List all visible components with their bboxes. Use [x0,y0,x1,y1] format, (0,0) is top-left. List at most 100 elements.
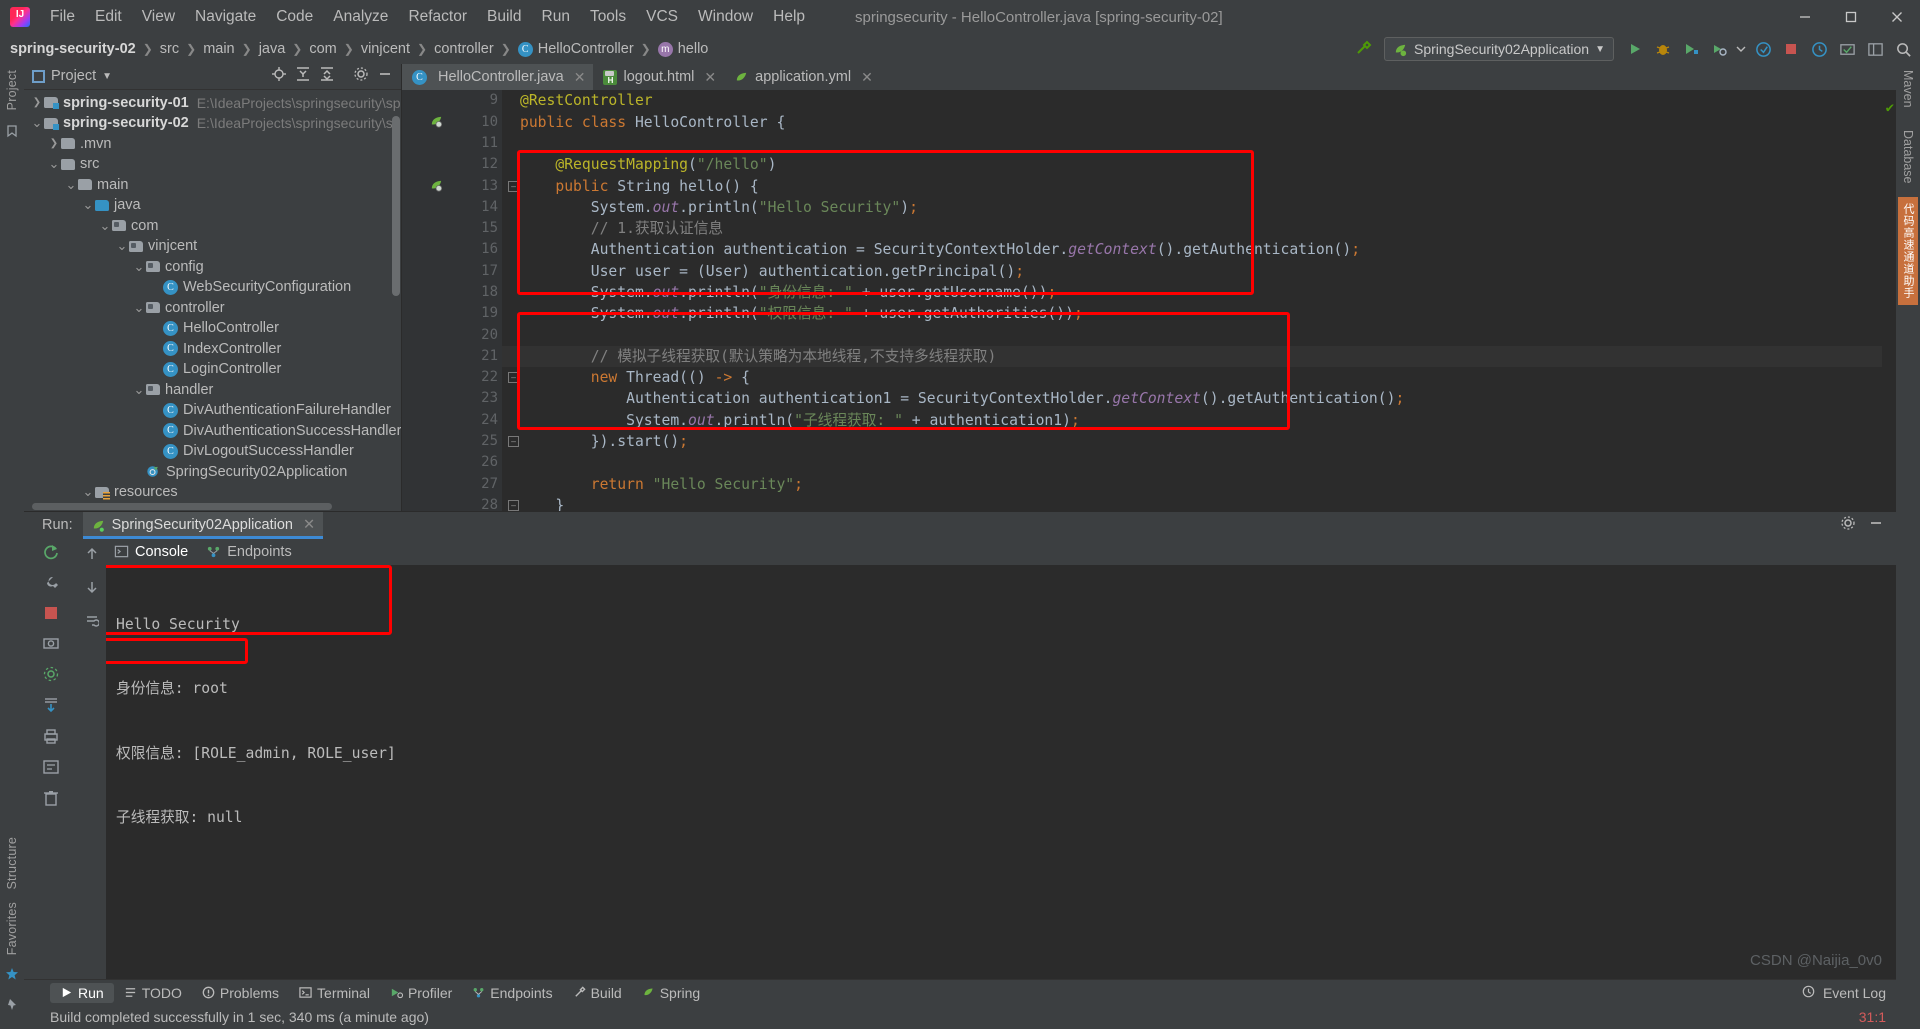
event-log-label[interactable]: Event Log [1823,985,1886,1001]
menu-vcs[interactable]: VCS [636,3,688,31]
up-arrow-icon[interactable] [85,547,99,566]
settings2-icon[interactable] [42,665,60,688]
menu-refactor[interactable]: Refactor [398,3,477,31]
profiler-icon[interactable] [1706,36,1732,62]
code-line[interactable]: // 1.获取认证信息 [520,218,1882,239]
gutter-line[interactable]: 25– [402,431,519,452]
wrap-icon[interactable] [85,613,100,632]
gutter-line[interactable]: 20 [402,325,502,346]
chevron-down-icon[interactable]: ⌄ [30,116,44,129]
gutter-line[interactable]: 12 [402,154,502,175]
gutter-line[interactable]: 13– [402,176,519,197]
code-line[interactable]: } [520,495,1882,511]
coverage-icon[interactable] [1678,36,1704,62]
menu-navigate[interactable]: Navigate [185,3,266,31]
tab-logout-html[interactable]: logout.html ✕ [593,64,724,90]
tool-window-profiler[interactable]: Profiler [380,983,462,1003]
code-line[interactable]: System.out.println("权限信息: " + user.getAu… [520,303,1882,324]
chevron-down-icon[interactable]: ⌄ [47,157,61,170]
code-line[interactable]: System.out.println("身份信息: " + user.getUs… [520,282,1882,303]
gear-icon[interactable] [1840,515,1856,536]
menu-run[interactable]: Run [532,3,580,31]
tree-node[interactable]: C DivLogoutSuccessHandler [24,441,401,462]
code-line[interactable]: System.out.println("子线程获取: " + authentic… [520,410,1882,431]
tab-console[interactable]: Console [114,544,188,560]
code-line[interactable]: public class HelloController { [520,112,1882,133]
close-icon[interactable]: ✕ [704,69,716,86]
breadcrumb-item-method[interactable]: hello [678,41,709,57]
code-line[interactable]: @RestController [520,90,1882,111]
scroll-down-icon[interactable] [42,696,60,719]
hide-icon[interactable] [377,66,393,87]
gutter-line[interactable]: 14 [402,197,502,218]
chevron-down-icon[interactable]: ⌄ [98,219,112,232]
rail-item-favorites[interactable]: Favorites [5,896,19,961]
search-icon[interactable] [1890,36,1916,62]
tree-node[interactable]: ⌄ spring-security-02 E:\IdeaProjects\sprin… [24,113,401,134]
menu-view[interactable]: View [132,3,185,31]
chevron-down-icon[interactable] [1734,36,1748,62]
chevron-down-icon[interactable]: ⌄ [132,301,146,314]
project-tree-scrollbar-horizontal[interactable] [24,501,401,511]
rail-item-code-assistant[interactable]: 代码高速通道助手 [1898,197,1918,306]
tree-node[interactable]: C LoginController [24,359,401,380]
menu-window[interactable]: Window [688,3,763,31]
code-editor[interactable]: 9 10 11 12 13–14 15 16 17 18 19 20 21 22–23 24 25–26 27… [402,90,1896,511]
tree-node[interactable]: ⌄ src [24,154,401,175]
chevron-down-icon[interactable]: ⌄ [132,383,146,396]
tool-window-spring[interactable]: Spring [632,983,710,1003]
breadcrumb-item-class[interactable]: HelloController [538,41,634,57]
spring-bean-icon[interactable] [428,178,444,194]
tree-node[interactable]: ⌄ main [24,175,401,196]
close-icon[interactable]: ✕ [303,517,315,533]
tree-node[interactable]: ⌄ vinjcent [24,236,401,257]
menu-file[interactable]: File [40,3,85,31]
gutter-line[interactable]: 24 [402,410,502,431]
tree-node[interactable]: SpringSecurity02Application [24,462,401,483]
tool-window-terminal[interactable]: Terminal [289,983,380,1003]
menu-analyze[interactable]: Analyze [323,3,398,31]
chevron-down-icon[interactable]: ⌄ [132,260,146,273]
tab-application-yml[interactable]: application.yml ✕ [724,64,881,90]
tree-node[interactable]: C HelloController [24,318,401,339]
code-line[interactable]: public String hello() { [520,176,1882,197]
menu-code[interactable]: Code [266,3,323,31]
gutter-line[interactable]: 23 [402,388,502,409]
soft-wrap-icon[interactable] [42,758,60,781]
stop-icon[interactable] [43,605,59,626]
pin-icon[interactable] [5,998,19,1017]
tree-node[interactable]: C IndexController [24,339,401,360]
tree-node[interactable]: ❯ spring-security-01 E:\IdeaProjects\sprin… [24,93,401,114]
chevron-down-icon[interactable]: ⌄ [81,485,95,498]
stop-icon[interactable] [1778,36,1804,62]
close-button[interactable] [1874,0,1920,34]
layout-icon[interactable] [1862,36,1888,62]
tree-node[interactable]: ⌄ handler [24,380,401,401]
gutter-line[interactable]: 10 [402,112,502,133]
code-line[interactable]: User user = (User) authentication.getPri… [520,261,1882,282]
spring-bean-icon[interactable] [428,114,444,130]
locate-icon[interactable] [271,66,287,87]
bookmarks-icon[interactable] [5,124,19,143]
chevron-down-icon[interactable]: ⌄ [81,198,95,211]
run-tab-springsecurity02application[interactable]: SpringSecurity02Application ✕ [82,511,324,539]
minimize-icon[interactable] [1868,515,1884,536]
code-line[interactable]: }).start(); [520,431,1882,452]
run-icon[interactable] [1622,36,1648,62]
tree-node[interactable]: ⌄ resources [24,482,401,502]
tool-window-problems[interactable]: Problems [192,983,289,1003]
trash-icon[interactable] [42,789,60,812]
project-tree-scrollbar-vertical[interactable] [392,115,400,296]
breadcrumb-item-src[interactable]: src [160,41,179,57]
code-line[interactable]: new Thread(() -> { [520,367,1882,388]
rail-item-project[interactable]: Project [5,64,19,116]
chevron-down-icon[interactable]: ⌄ [64,178,78,191]
gutter-line[interactable]: 28– [402,495,519,511]
close-icon[interactable]: ✕ [861,69,873,86]
code-line[interactable]: return "Hello Security"; [520,474,1882,495]
gutter-line[interactable]: 27 [402,474,502,495]
tab-hellocontroller-java[interactable]: C HelloController.java ✕ [402,64,594,91]
menu-help[interactable]: Help [763,3,815,31]
gutter-line[interactable]: 18 [402,282,502,303]
chevron-right-icon[interactable]: ❯ [47,138,61,149]
